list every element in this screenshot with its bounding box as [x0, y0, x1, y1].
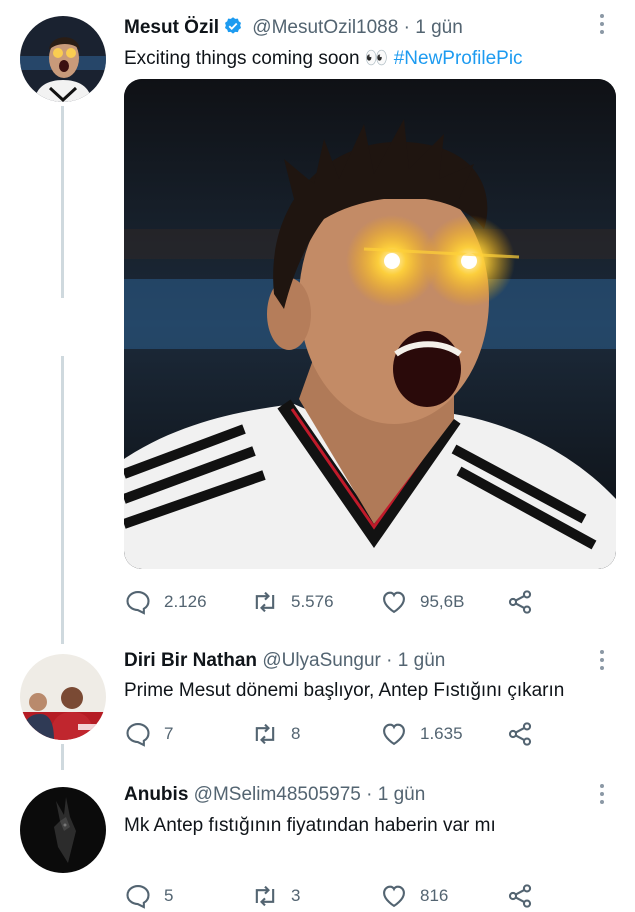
tweet-actions: 2.126 5.576 95,6B: [124, 587, 544, 617]
tweet-timestamp[interactable]: 1 gün: [415, 17, 463, 38]
retweet-button[interactable]: 3: [251, 881, 300, 911]
tweet-text: Exciting things coming soon 👀 #NewProfil…: [124, 46, 523, 70]
tweet-timestamp[interactable]: 1 gün: [398, 650, 446, 671]
tweet-actions: 5 3 816: [124, 881, 544, 911]
avatar-mesut-ozil[interactable]: [20, 16, 106, 102]
share-button[interactable]: [506, 719, 534, 749]
retweet-count: 3: [291, 886, 301, 905]
share-button[interactable]: [506, 881, 534, 911]
like-button[interactable]: 1.635: [380, 719, 463, 749]
thread-line: [61, 356, 64, 644]
retweet-count: 5.576: [291, 592, 334, 611]
tweet-body: Exciting things coming soon 👀: [124, 48, 389, 69]
reply-icon: [126, 723, 150, 747]
share-icon: [508, 884, 532, 908]
avatar-anubis[interactable]: [20, 787, 106, 873]
more-options-icon[interactable]: [595, 648, 609, 678]
like-count: 816: [420, 886, 449, 905]
thread-line: [61, 744, 64, 770]
tweet-text: Prime Mesut dönemi başlıyor, Antep Fıstı…: [124, 680, 564, 702]
tweet-header: Diri Bir Nathan @UlyaSungur · 1 gün: [124, 650, 445, 672]
tweet-anubis[interactable]: Anubis @MSelim48505975 · 1 gün Mk Antep …: [0, 770, 635, 912]
tweet-header: Mesut Özil @MesutOzil1088 · 1 gün: [124, 16, 463, 42]
more-options-icon[interactable]: [595, 782, 609, 812]
retweet-icon: [255, 591, 275, 613]
reply-button[interactable]: 2.126: [124, 587, 207, 617]
retweet-icon: [255, 723, 275, 745]
tweet-header: Anubis @MSelim48505975 · 1 gün: [124, 784, 425, 806]
author-handle[interactable]: @MSelim48505975: [194, 784, 361, 805]
retweet-button[interactable]: 5.576: [251, 587, 334, 617]
tweet-text: Mk Antep fıstığının fiyatından haberin v…: [124, 815, 496, 837]
reply-button[interactable]: 7: [124, 719, 173, 749]
thread-line: [61, 106, 64, 298]
like-icon: [383, 723, 405, 746]
like-count: 95,6B: [420, 592, 465, 611]
tweet-timestamp[interactable]: 1 gün: [378, 784, 426, 805]
author-handle[interactable]: @MesutOzil1088: [252, 17, 398, 38]
hashtag-link[interactable]: #NewProfilePic: [394, 48, 523, 69]
separator-dot: ·: [386, 650, 393, 671]
separator-dot: ·: [403, 17, 410, 38]
tweet-body: Prime Mesut dönemi başlıyor, Antep Fıstı…: [124, 680, 565, 701]
author-name[interactable]: Mesut Özil: [124, 17, 219, 38]
reply-count: 2.126: [164, 592, 207, 611]
author-handle[interactable]: @UlyaSungur: [262, 650, 381, 671]
reply-count: 5: [164, 886, 174, 905]
tweet-media-image[interactable]: [124, 79, 616, 569]
reply-button[interactable]: 5: [124, 881, 173, 911]
separator-dot: ·: [366, 784, 373, 805]
like-button[interactable]: 816: [380, 881, 448, 911]
like-button[interactable]: 95,6B: [380, 587, 464, 617]
tweet-actions: 7 8 1.635: [124, 719, 544, 749]
avatar-diri-bir-nathan[interactable]: [20, 654, 106, 740]
share-icon: [508, 590, 532, 614]
like-icon: [383, 591, 405, 614]
share-button[interactable]: [506, 587, 534, 617]
like-icon: [383, 885, 405, 908]
more-options-icon[interactable]: [595, 12, 609, 42]
reply-count: 7: [164, 724, 174, 743]
verified-badge-icon: [223, 16, 243, 42]
retweet-icon: [255, 885, 275, 907]
retweet-button[interactable]: 8: [251, 719, 300, 749]
tweet-diri-bir-nathan[interactable]: Diri Bir Nathan @UlyaSungur · 1 gün Prim…: [0, 630, 635, 770]
author-name[interactable]: Diri Bir Nathan: [124, 650, 257, 671]
reply-icon: [126, 591, 150, 615]
author-name[interactable]: Anubis: [124, 784, 188, 805]
like-count: 1.635: [420, 724, 463, 743]
retweet-count: 8: [291, 724, 301, 743]
reply-icon: [126, 885, 150, 909]
tweet-mesut-ozil[interactable]: Mesut Özil @MesutOzil1088 · 1 gün Exciti…: [0, 0, 635, 644]
share-icon: [508, 722, 532, 746]
tweet-body: Mk Antep fıstığının fiyatından haberin v…: [124, 815, 496, 836]
